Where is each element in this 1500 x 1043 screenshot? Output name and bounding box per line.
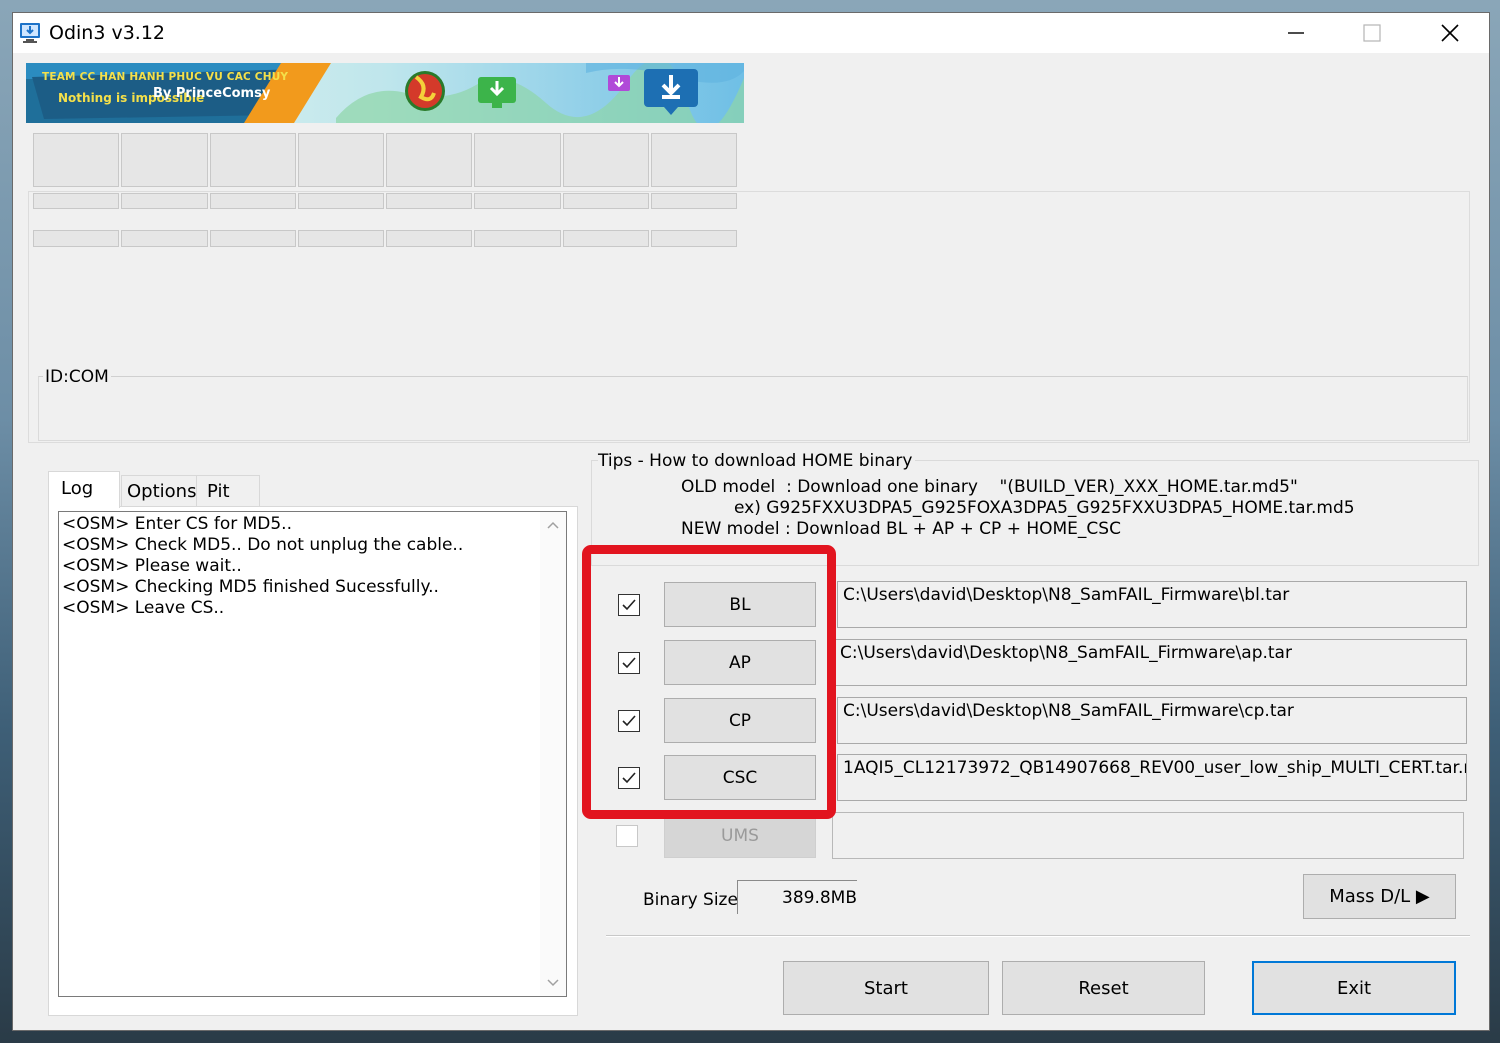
port-progress-bar: [33, 193, 119, 209]
csc-checkbox[interactable]: [618, 767, 640, 789]
port-progress-bar: [121, 193, 208, 209]
cp-checkbox[interactable]: [618, 710, 640, 732]
binary-size-label: Binary Size: [643, 890, 738, 910]
close-icon: [1441, 24, 1459, 42]
port-status-box: [563, 133, 649, 187]
port-com-box: [33, 230, 119, 247]
port-com-box: [298, 230, 384, 247]
port-progress-bar: [563, 193, 649, 209]
odin-window: Odin3 v3.12 TEAM CC HAN HANH PHUC VU CAC…: [12, 12, 1490, 1031]
port-status-box: [121, 133, 208, 187]
ap-path-field[interactable]: C:\Users\david\Desktop\N8_SamFAIL_Firmwa…: [834, 639, 1467, 686]
exit-button[interactable]: Exit: [1252, 961, 1456, 1015]
checkmark-icon: [622, 715, 636, 727]
scroll-up-button[interactable]: [540, 512, 566, 538]
ums-button[interactable]: UMS: [664, 813, 816, 858]
minimize-button[interactable]: [1258, 13, 1334, 53]
banner-heading: TEAM CC HAN HANH PHUC VU CAC CHUY: [42, 71, 289, 83]
minimize-icon: [1288, 32, 1304, 34]
port-com-box: [386, 230, 472, 247]
window-title: Odin3 v3.12: [49, 22, 166, 44]
log-lines: <OSM> Enter CS for MD5.. <OSM> Check MD5…: [62, 514, 463, 619]
maximize-button[interactable]: [1334, 13, 1410, 53]
banner: TEAM CC HAN HANH PHUC VU CAC CHUY Nothin…: [26, 63, 744, 123]
maximize-icon: [1363, 24, 1381, 42]
log-scrollbar[interactable]: [540, 512, 566, 996]
csc-button[interactable]: CSC: [664, 755, 816, 800]
close-button[interactable]: [1412, 13, 1488, 53]
bl-checkbox[interactable]: [618, 594, 640, 616]
cp-button[interactable]: CP: [664, 698, 816, 743]
id-com-box: [38, 376, 1468, 441]
bl-path-field[interactable]: C:\Users\david\Desktop\N8_SamFAIL_Firmwa…: [837, 581, 1467, 628]
tab-pit[interactable]: Pit: [196, 475, 260, 507]
log-line: <OSM> Check MD5.. Do not unplug the cabl…: [62, 535, 464, 555]
port-status-box: [33, 133, 119, 187]
tab-options[interactable]: Options: [121, 475, 197, 507]
log-textbox[interactable]: <OSM> Enter CS for MD5.. <OSM> Check MD5…: [58, 511, 567, 997]
log-line: <OSM> Enter CS for MD5..: [62, 514, 292, 534]
port-progress-bar: [651, 193, 737, 209]
start-button[interactable]: Start: [783, 961, 989, 1015]
port-com-box: [210, 230, 296, 247]
cp-path-field[interactable]: C:\Users\david\Desktop\N8_SamFAIL_Firmwa…: [837, 697, 1467, 744]
log-line: <OSM> Checking MD5 finished Sucessfully.…: [62, 577, 439, 597]
port-progress-bar: [210, 193, 296, 209]
reset-button[interactable]: Reset: [1002, 961, 1205, 1015]
tips-title: Tips - How to download HOME binary: [598, 451, 916, 471]
tab-log[interactable]: Log: [48, 471, 120, 508]
mass-dl-button[interactable]: Mass D/L ▶: [1303, 874, 1456, 919]
title-bar: Odin3 v3.12: [13, 13, 1489, 53]
port-status-box: [298, 133, 384, 187]
ap-checkbox[interactable]: [618, 652, 640, 674]
scroll-down-button[interactable]: [540, 970, 566, 996]
log-line: <OSM> Please wait..: [62, 556, 242, 576]
binary-size-value: 389.8MB: [737, 880, 857, 914]
port-status-box: [210, 133, 296, 187]
port-progress-bar: [474, 193, 561, 209]
log-line: <OSM> Leave CS..: [62, 598, 225, 618]
ums-checkbox[interactable]: [616, 825, 638, 847]
port-progress-bar: [298, 193, 384, 209]
port-com-box: [563, 230, 649, 247]
chevron-up-icon: [547, 521, 559, 529]
globe-icon: [405, 71, 445, 111]
tip-old-model: OLD model : Download one binary "(BUILD_…: [681, 477, 1298, 497]
port-com-box: [474, 230, 561, 247]
checkmark-icon: [622, 599, 636, 611]
banner-author: By PrinceComsy: [153, 86, 271, 101]
port-com-box: [121, 230, 208, 247]
ap-button[interactable]: AP: [664, 640, 816, 685]
port-progress-bar: [386, 193, 472, 209]
tip-example: ex) G925FXXU3DPA5_G925FOXA3DPA5_G925FXXU…: [734, 498, 1355, 518]
id-com-label: ID:COM: [43, 367, 111, 387]
checkmark-icon: [622, 772, 636, 784]
chevron-down-icon: [547, 979, 559, 987]
port-status-box: [474, 133, 561, 187]
port-status-box: [386, 133, 472, 187]
port-com-box: [651, 230, 737, 247]
odin-app-icon: [19, 21, 43, 45]
ums-path-field[interactable]: [832, 812, 1464, 859]
download-icon: [608, 75, 630, 91]
csc-path-field[interactable]: 1AQI5_CL12173972_QB14907668_REV00_user_l…: [837, 754, 1467, 801]
checkmark-icon: [622, 657, 636, 669]
bl-button[interactable]: BL: [664, 582, 816, 627]
separator: [606, 935, 1470, 937]
port-status-box: [651, 133, 737, 187]
tip-new-model: NEW model : Download BL + AP + CP + HOME…: [681, 519, 1121, 539]
